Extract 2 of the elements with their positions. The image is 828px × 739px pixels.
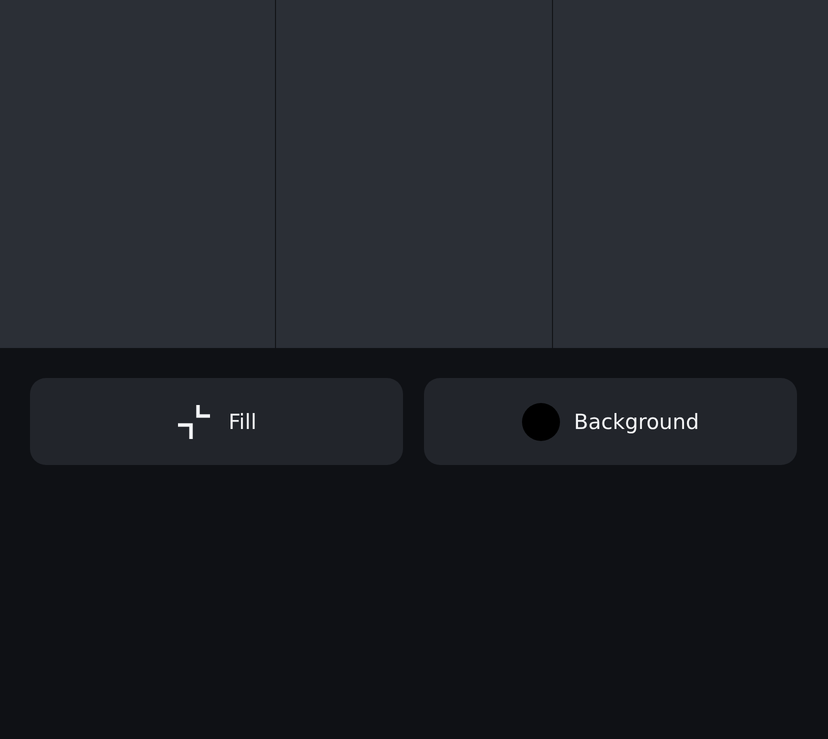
background-button[interactable]: Background [424, 378, 797, 465]
fill-button[interactable]: Fill [30, 378, 403, 465]
